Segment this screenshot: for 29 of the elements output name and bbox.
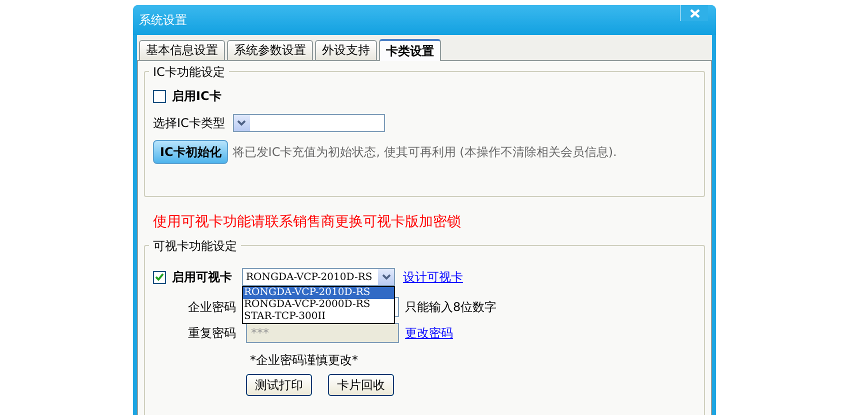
- printer-dropdown[interactable]: RONGDA-VCP-2010D-RS: [242, 268, 395, 286]
- change-password-link[interactable]: 更改密码: [405, 324, 453, 342]
- tab[interactable]: 外设支持: [315, 40, 377, 60]
- note-text: *企业密码谨慎更改*: [250, 352, 359, 368]
- checkbox-label: 启用可视卡: [172, 268, 232, 286]
- dropdown-option[interactable]: RONGDA-VCP-2010D-RS: [243, 287, 394, 299]
- tab[interactable]: 基本信息设置: [139, 40, 225, 60]
- field-label: 重复密码: [187, 324, 236, 342]
- group-legend: 可视卡功能设定: [149, 238, 241, 255]
- card-type-dropdown[interactable]: [232, 114, 385, 132]
- window-title: 系统设置: [139, 12, 187, 28]
- group-legend: IC卡功能设定: [149, 64, 229, 81]
- checkbox-label: 启用IC卡: [172, 88, 222, 104]
- dropdown-option[interactable]: STAR-TCP-300II: [243, 311, 394, 323]
- warning-text: 使用可视卡功能请联系销售商更换可视卡版加密锁: [153, 213, 462, 232]
- checkbox[interactable]: [153, 270, 166, 284]
- close-icon: [690, 8, 700, 18]
- description-text: 将已发IC卡充值为初始状态, 使其可再利用 (本操作不清除相关会员信息).: [232, 144, 617, 160]
- tab[interactable]: 系统参数设置: [227, 40, 313, 60]
- tab[interactable]: 卡类设置: [379, 39, 441, 61]
- ic-init-button[interactable]: IC卡初始化: [153, 140, 228, 164]
- hint-text: 只能输入8位数字: [405, 298, 497, 316]
- action-button[interactable]: 测试打印: [246, 374, 312, 396]
- design-card-link[interactable]: 设计可视卡: [403, 268, 463, 286]
- field-label: 选择IC卡类型: [153, 114, 225, 132]
- checkbox[interactable]: [153, 90, 166, 102]
- dropdown-option[interactable]: RONGDA-VCP-2000D-RS: [243, 299, 394, 311]
- action-button[interactable]: 卡片回收: [328, 374, 394, 396]
- field-label: 企业密码: [187, 298, 236, 316]
